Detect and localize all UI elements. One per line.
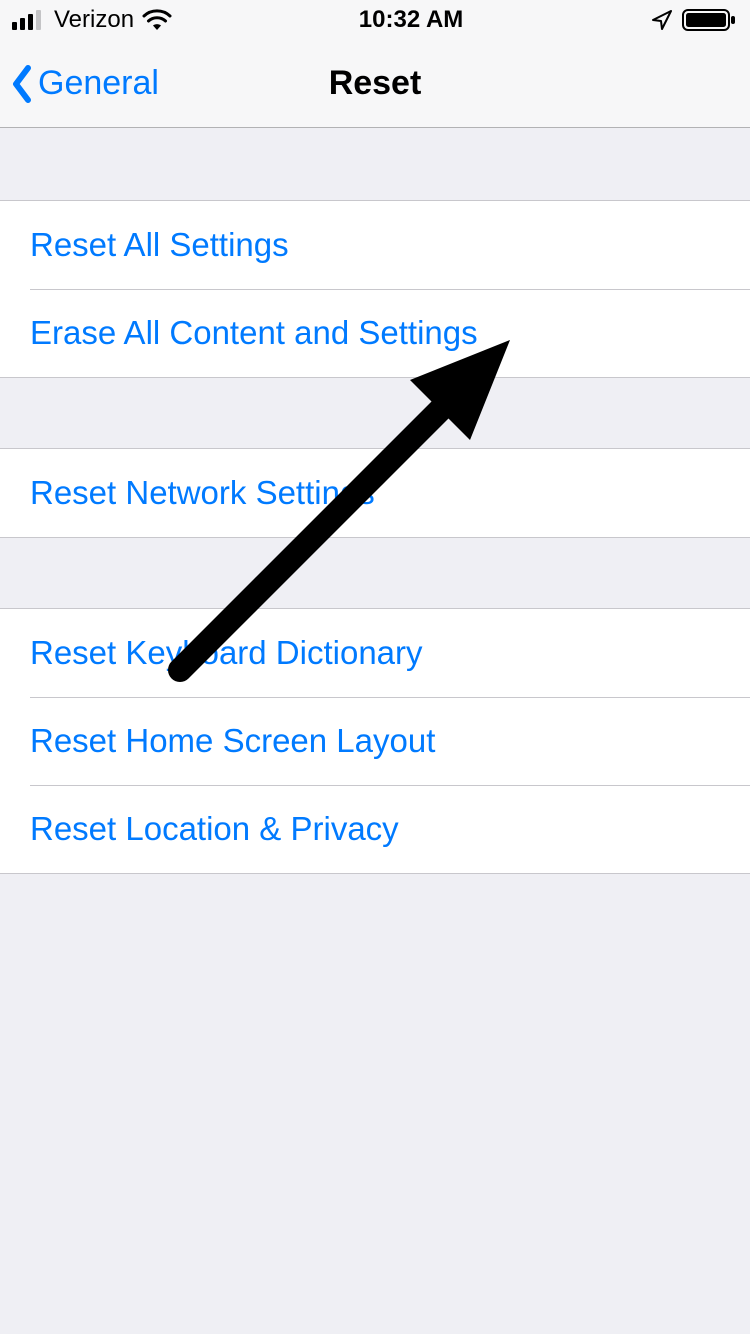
nav-bar: General Reset bbox=[0, 40, 750, 128]
wifi-icon bbox=[142, 9, 172, 31]
erase-all-content-cell[interactable]: Erase All Content and Settings bbox=[0, 289, 750, 377]
back-button[interactable]: General bbox=[0, 64, 159, 104]
status-bar: Verizon 10:32 AM bbox=[0, 0, 750, 40]
group-spacer bbox=[0, 378, 750, 448]
battery-icon bbox=[682, 8, 738, 32]
group-network: Reset Network Settings bbox=[0, 448, 750, 538]
signal-strength-icon bbox=[12, 10, 46, 30]
reset-location-privacy-cell[interactable]: Reset Location & Privacy bbox=[0, 785, 750, 873]
carrier-label: Verizon bbox=[54, 6, 134, 34]
cell-label: Reset Keyboard Dictionary bbox=[30, 634, 423, 672]
location-services-icon bbox=[650, 8, 674, 32]
content: Reset All Settings Erase All Content and… bbox=[0, 128, 750, 874]
reset-home-screen-layout-cell[interactable]: Reset Home Screen Layout bbox=[0, 697, 750, 785]
group-misc: Reset Keyboard Dictionary Reset Home Scr… bbox=[0, 608, 750, 874]
cell-label: Reset Network Settings bbox=[30, 474, 375, 512]
cell-label: Reset All Settings bbox=[30, 226, 289, 264]
cell-label: Reset Location & Privacy bbox=[30, 810, 399, 848]
status-left: Verizon bbox=[12, 6, 172, 34]
cell-label: Erase All Content and Settings bbox=[30, 314, 478, 352]
reset-keyboard-dictionary-cell[interactable]: Reset Keyboard Dictionary bbox=[0, 609, 750, 697]
status-time: 10:32 AM bbox=[359, 6, 463, 34]
group-spacer bbox=[0, 128, 750, 200]
status-right bbox=[650, 8, 738, 32]
cell-label: Reset Home Screen Layout bbox=[30, 722, 435, 760]
chevron-left-icon bbox=[10, 64, 34, 104]
group-reset-erase: Reset All Settings Erase All Content and… bbox=[0, 200, 750, 378]
reset-network-settings-cell[interactable]: Reset Network Settings bbox=[0, 449, 750, 537]
reset-all-settings-cell[interactable]: Reset All Settings bbox=[0, 201, 750, 289]
group-spacer bbox=[0, 538, 750, 608]
back-label: General bbox=[38, 64, 159, 103]
